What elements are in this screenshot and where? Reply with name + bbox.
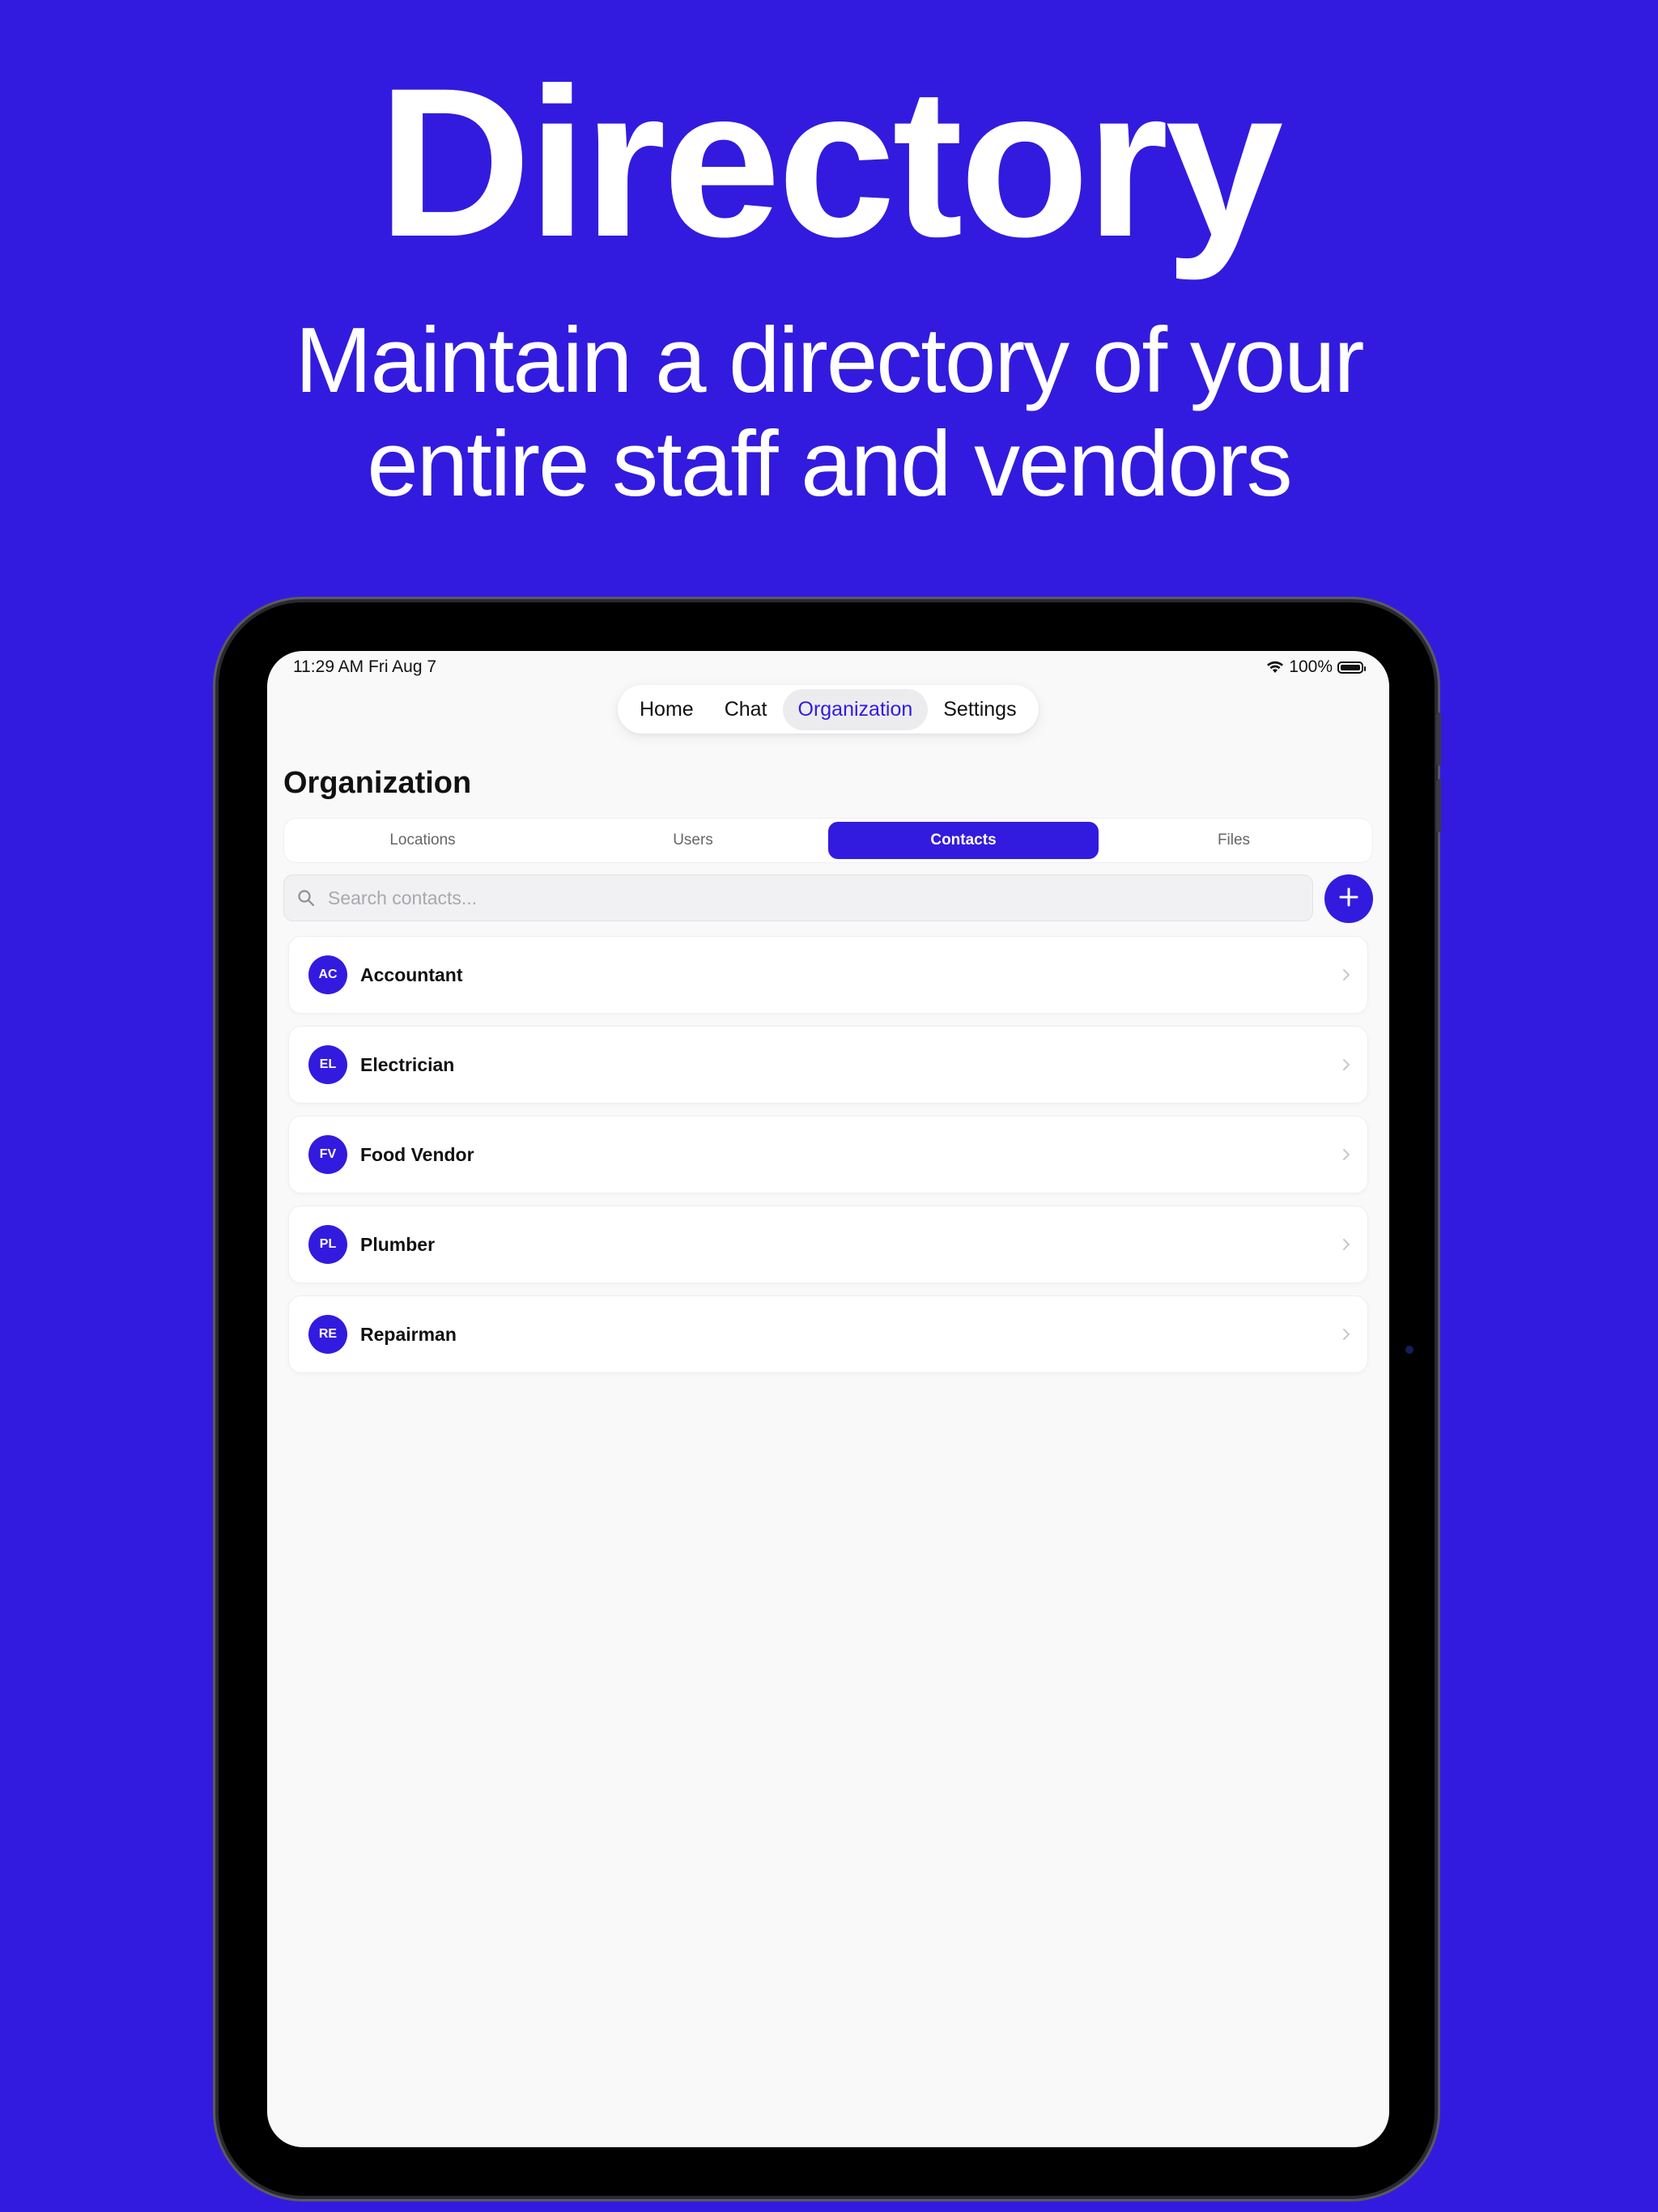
segment-contacts[interactable]: Contacts (828, 822, 1099, 859)
chevron-right-icon (1341, 1146, 1351, 1163)
avatar: PL (308, 1225, 347, 1264)
contact-row-plumber[interactable]: PL Plumber (288, 1206, 1368, 1283)
avatar: EL (308, 1045, 347, 1084)
avatar: AC (308, 955, 347, 994)
chevron-right-icon (1341, 1236, 1351, 1253)
contact-row-food-vendor[interactable]: FV Food Vendor (288, 1116, 1368, 1193)
segment-users[interactable]: Users (558, 822, 828, 859)
chevron-right-icon (1341, 1057, 1351, 1073)
status-time: 11:29 AM (293, 657, 364, 676)
contact-name: Electrician (360, 1053, 455, 1075)
search-icon (297, 889, 315, 907)
avatar: FV (308, 1135, 347, 1174)
contact-name: Food Vendor (360, 1143, 474, 1165)
nav-tab-organization[interactable]: Organization (782, 688, 929, 730)
volume-up-button (1436, 713, 1441, 766)
camera-icon (1405, 1346, 1414, 1354)
battery-percent: 100% (1289, 657, 1333, 676)
contact-row-repairman[interactable]: RE Repairman (288, 1295, 1368, 1373)
contact-row-electrician[interactable]: EL Electrician (288, 1026, 1368, 1104)
nav-tab-chat[interactable]: Chat (709, 689, 783, 730)
page-title: Organization (283, 766, 472, 800)
volume-down-button (1436, 779, 1441, 832)
top-nav: Home Chat Organization Settings (618, 685, 1039, 734)
battery-fill (1341, 664, 1360, 670)
contact-name: Plumber (360, 1233, 436, 1255)
add-contact-button[interactable] (1324, 874, 1373, 923)
nav-tab-home[interactable]: Home (624, 689, 709, 730)
contact-name: Repairman (360, 1323, 457, 1345)
tablet-screen: 11:29 AM Fri Aug 7 100% Home Chat Organi… (267, 651, 1389, 2147)
wifi-icon (1266, 661, 1284, 674)
nav-tab-settings[interactable]: Settings (928, 689, 1031, 730)
search-input[interactable] (326, 886, 1285, 910)
contact-name: Accountant (360, 963, 463, 985)
segmented-control: Locations Users Contacts Files (283, 818, 1373, 863)
hero-subtitle: Maintain a directory of your entire staf… (162, 309, 1496, 517)
contact-row-accountant[interactable]: AC Accountant (288, 936, 1368, 1014)
avatar: RE (308, 1315, 347, 1354)
hero-subtitle-line-2: entire staff and vendors (367, 413, 1292, 516)
segment-locations[interactable]: Locations (287, 822, 558, 859)
chevron-right-icon (1341, 967, 1351, 983)
hero-subtitle-line-1: Maintain a directory of your (295, 309, 1365, 412)
status-date: Fri Aug 7 (368, 657, 437, 676)
chevron-right-icon (1341, 1326, 1351, 1342)
contact-list: AC Accountant EL Electrician FV Food Ven… (288, 936, 1368, 1385)
search-bar[interactable] (283, 874, 1313, 921)
segment-files[interactable]: Files (1099, 822, 1369, 859)
status-indicators: 100% (1266, 657, 1366, 677)
plus-icon (1338, 887, 1359, 912)
battery-icon (1337, 661, 1366, 674)
hero-title: Directory (377, 44, 1283, 281)
